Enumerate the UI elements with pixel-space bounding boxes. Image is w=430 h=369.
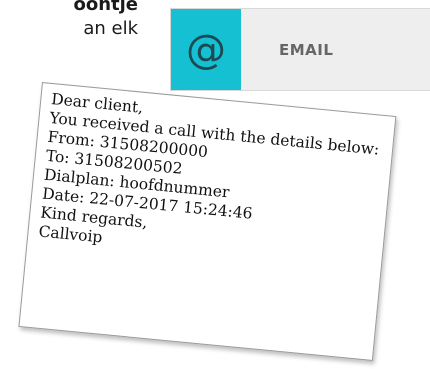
- background-text-line-1: oontje: [73, 0, 138, 15]
- email-option-label: EMAIL: [279, 41, 334, 59]
- email-icon-box: @: [171, 9, 241, 90]
- email-option-tile[interactable]: @ EMAIL: [171, 9, 430, 90]
- background-text-line-2: an elk: [83, 18, 138, 39]
- email-preview-card: Dear client, You received a call with th…: [18, 82, 397, 361]
- at-sign-icon: @: [186, 26, 226, 73]
